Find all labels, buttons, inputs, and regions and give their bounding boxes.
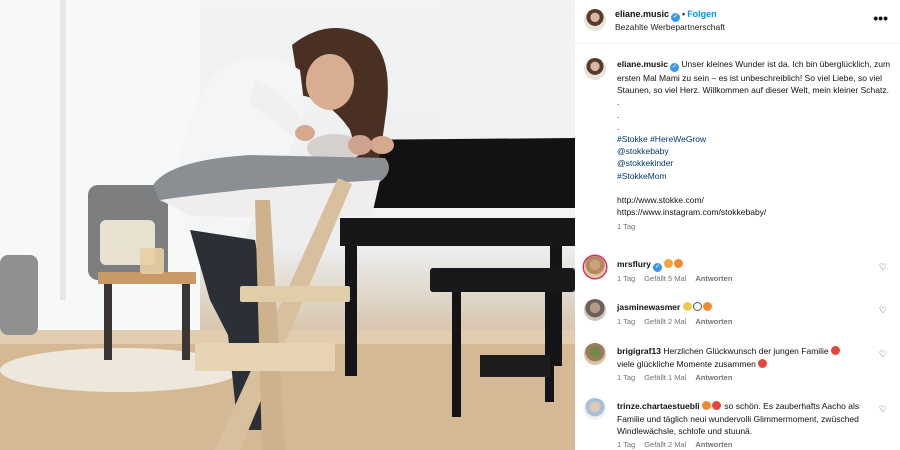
author-username[interactable]: eliane.music	[615, 9, 669, 19]
commenter-username[interactable]: trinze.chartaestuebli	[617, 401, 700, 411]
comment-item: mrsflury ✓ 1 Tag Gefällt 5 Mal Antworten ♡	[584, 256, 890, 290]
comment-meta: 1 Tag Gefällt 1 Mal Antworten	[617, 373, 741, 382]
comment-text: jasminewasmer	[617, 301, 872, 314]
reply-button[interactable]: Antworten	[695, 373, 732, 382]
comment-text: trinze.chartaestuebli so schön. Es zaube…	[617, 400, 872, 438]
external-link[interactable]: https://www.instagram.com/stokkebaby/	[617, 206, 892, 218]
comment-likes[interactable]: Gefällt 5 Mal	[644, 274, 686, 283]
reply-button[interactable]: Antworten	[695, 440, 732, 449]
post-photo[interactable]	[0, 0, 575, 450]
comment-timestamp[interactable]: 1 Tag	[617, 317, 635, 326]
caption-avatar[interactable]	[584, 58, 606, 80]
caption-dot: .	[617, 109, 620, 120]
comment-timestamp[interactable]: 1 Tag	[617, 274, 635, 283]
comment-likes[interactable]: Gefällt 2 Mal	[644, 440, 686, 449]
comment-body: Herzlichen Glückwunsch der jungen Famili…	[663, 346, 829, 356]
commenter-avatar[interactable]	[584, 299, 606, 321]
follow-button[interactable]: Folgen	[687, 9, 717, 19]
hashtag-link[interactable]: #Stokke #HereWeGrow	[617, 133, 892, 145]
comment-likes[interactable]: Gefällt 2 Mal	[644, 317, 686, 326]
comment-likes[interactable]: Gefällt 1 Mal	[644, 373, 686, 382]
commenter-username[interactable]: mrsflury	[617, 259, 651, 269]
heart-emoji-icon	[712, 401, 722, 410]
reply-button[interactable]: Antworten	[695, 317, 732, 326]
comment-item: brigigraf13 Herzlichen Glückwunsch der j…	[584, 343, 890, 389]
commenter-avatar[interactable]	[584, 256, 606, 278]
comment-meta: 1 Tag Gefällt 5 Mal Antworten	[617, 274, 741, 283]
paid-partnership-label[interactable]: Bezahlte Werbepartnerschaft	[615, 22, 725, 32]
post-modal: eliane.music ✓ • Folgen Bezahlte Werbepartn…	[0, 0, 900, 450]
reply-button[interactable]: Antworten	[695, 274, 732, 283]
emoji-icon	[664, 259, 674, 268]
emoji-icon	[702, 401, 712, 410]
caption-username[interactable]: eliane.music	[617, 59, 668, 69]
like-heart-icon[interactable]: ♡	[879, 404, 887, 415]
caption-dot: .	[617, 121, 620, 132]
author-line: eliane.music ✓ • Folgen	[615, 9, 717, 22]
comment-text: brigigraf13 Herzlichen Glückwunsch der j…	[617, 345, 872, 370]
emoji-icon	[682, 302, 692, 311]
caption-body: eliane.music ✓ Unser kleines Wunder ist d…	[617, 58, 892, 234]
external-link[interactable]: http://www.stokke.com/	[617, 194, 892, 206]
heart-outline-emoji-icon	[692, 302, 702, 311]
author-avatar[interactable]	[584, 9, 606, 31]
caption-dot: .	[617, 97, 620, 108]
commenter-username[interactable]: jasminewasmer	[617, 302, 680, 312]
like-heart-icon[interactable]: ♡	[879, 349, 887, 360]
commenter-avatar[interactable]	[584, 343, 606, 365]
heart-emoji-icon	[831, 346, 841, 355]
verified-badge-icon: ✓	[671, 13, 681, 22]
emoji-icon	[702, 302, 712, 311]
comment-item: trinze.chartaestuebli so schön. Es zaube…	[584, 398, 890, 450]
commenter-username[interactable]: brigigraf13	[617, 346, 661, 356]
verified-badge-icon: ✓	[670, 63, 680, 72]
post-sidebar: eliane.music ✓ • Folgen Bezahlte Werbepartn…	[575, 0, 900, 450]
commenter-avatar[interactable]	[584, 398, 606, 420]
comment-meta: 1 Tag Gefällt 2 Mal Antworten	[617, 440, 741, 449]
emoji-icon	[674, 259, 684, 268]
comment-timestamp[interactable]: 1 Tag	[617, 440, 635, 449]
comment-item: jasminewasmer 1 Tag Gefällt 2 Mal Antworte…	[584, 299, 890, 333]
photo-illustration	[0, 0, 575, 450]
comment-meta: 1 Tag Gefällt 2 Mal Antworten	[617, 317, 741, 326]
like-heart-icon[interactable]: ♡	[879, 305, 887, 316]
verified-badge-icon: ✓	[653, 263, 663, 272]
post-header: eliane.music ✓ • Folgen Bezahlte Werbepartn…	[575, 0, 900, 44]
mention-link[interactable]: @stokkebaby	[617, 145, 892, 157]
more-options-icon[interactable]: •••	[873, 10, 888, 26]
mention-link[interactable]: @stokkekinder	[617, 157, 892, 169]
caption-timestamp[interactable]: 1 Tag	[617, 221, 892, 233]
separator-dot: •	[682, 9, 686, 19]
comment-text: mrsflury ✓	[617, 258, 872, 272]
heart-emoji-icon	[758, 358, 768, 368]
comment-timestamp[interactable]: 1 Tag	[617, 373, 635, 382]
hashtag-link[interactable]: #StokkeMom	[617, 170, 892, 182]
comment-body-2: viele glückliche Momente zusammen	[617, 358, 756, 369]
like-heart-icon[interactable]: ♡	[879, 262, 887, 273]
